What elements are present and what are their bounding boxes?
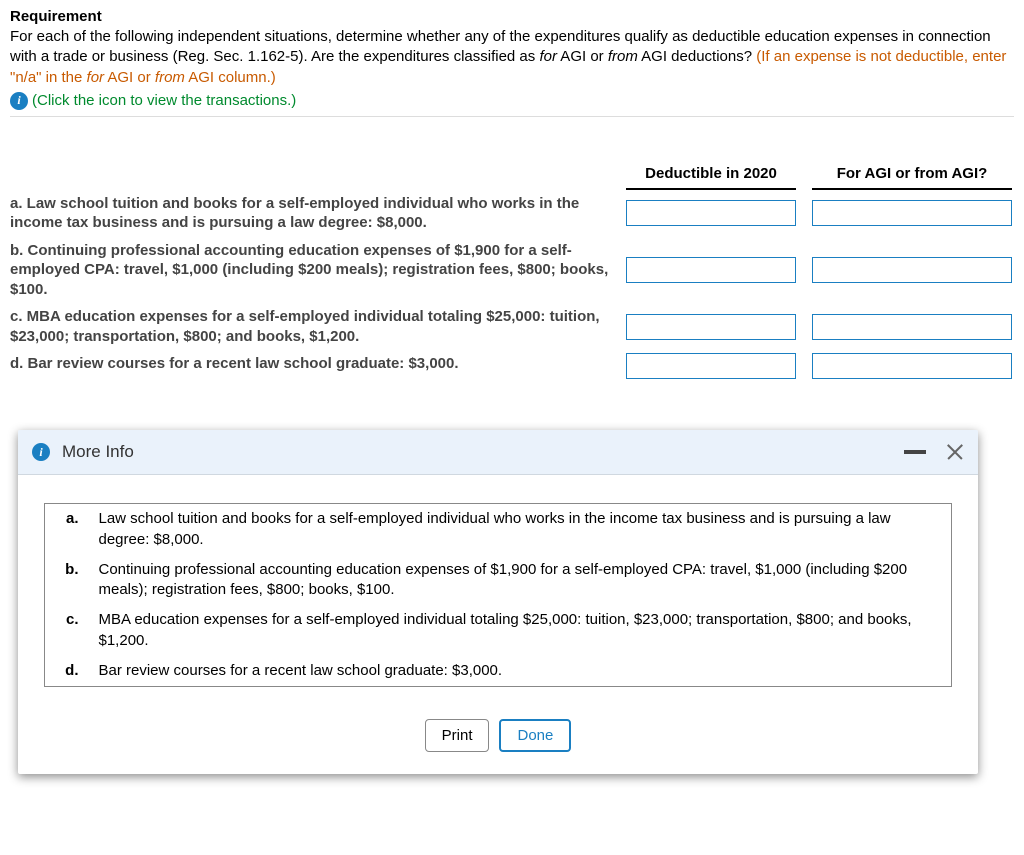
table-row: a. Law school tuition and books for a se…	[45, 504, 952, 555]
req-italic-1: for	[539, 48, 557, 65]
row-text-d: Bar review courses for a recent law scho…	[89, 656, 952, 687]
row-label-d: d.	[45, 656, 89, 687]
input-c-agi[interactable]	[812, 314, 1012, 340]
question-d: d. Bar review courses for a recent law s…	[10, 350, 610, 382]
req-italic-2: from	[608, 48, 638, 65]
requirement-header: Requirement For each of the following in…	[10, 8, 1014, 117]
question-b: b. Continuing professional accounting ed…	[10, 237, 610, 304]
grid-spacer	[10, 165, 610, 190]
modal-title: More Info	[62, 442, 134, 462]
req-warn-italic-1: for	[87, 69, 105, 86]
col-header-agi: For AGI or from AGI?	[812, 165, 1012, 190]
req-warn-2: AGI column.)	[185, 69, 276, 86]
input-c-deductible[interactable]	[626, 314, 796, 340]
close-icon[interactable]	[946, 443, 964, 461]
row-text-b: Continuing professional accounting educa…	[89, 555, 952, 606]
table-row: d. Bar review courses for a recent law s…	[45, 656, 952, 687]
modal-body: a. Law school tuition and books for a se…	[18, 475, 978, 705]
req-text-2: AGI deductions?	[638, 48, 756, 65]
more-info-table: a. Law school tuition and books for a se…	[44, 503, 952, 687]
row-text-c: MBA education expenses for a self-employ…	[89, 605, 952, 656]
row-label-c: c.	[45, 605, 89, 656]
row-label-a: a.	[45, 504, 89, 555]
input-d-agi[interactable]	[812, 353, 1012, 379]
table-row: c. MBA education expenses for a self-emp…	[45, 605, 952, 656]
question-a: a. Law school tuition and books for a se…	[10, 190, 610, 237]
info-icon[interactable]: i	[10, 92, 28, 110]
modal-footer: Print Done	[18, 705, 978, 774]
input-a-agi[interactable]	[812, 200, 1012, 226]
print-button[interactable]: Print	[425, 719, 490, 752]
question-c: c. MBA education expenses for a self-emp…	[10, 303, 610, 350]
requirement-body: For each of the following independent si…	[10, 27, 1014, 88]
input-b-deductible[interactable]	[626, 257, 796, 283]
col-header-deductible: Deductible in 2020	[626, 165, 796, 190]
info-icon: i	[32, 443, 50, 461]
req-warn-italic-2: from	[155, 69, 185, 86]
done-button[interactable]: Done	[499, 719, 571, 752]
input-d-deductible[interactable]	[626, 353, 796, 379]
transactions-link-row: i (Click the icon to view the transactio…	[10, 92, 1014, 117]
req-mid-1: AGI or	[557, 48, 608, 65]
input-a-deductible[interactable]	[626, 200, 796, 226]
transactions-link[interactable]: (Click the icon to view the transactions…	[32, 92, 296, 109]
question-grid: Deductible in 2020 For AGI or from AGI? …	[10, 165, 1014, 383]
requirement-title: Requirement	[10, 8, 1014, 25]
row-label-b: b.	[45, 555, 89, 606]
table-row: b. Continuing professional accounting ed…	[45, 555, 952, 606]
more-info-modal: i More Info a. Law school tuition and bo…	[18, 430, 978, 774]
minimize-icon[interactable]	[904, 450, 926, 454]
modal-header: i More Info	[18, 430, 978, 475]
input-b-agi[interactable]	[812, 257, 1012, 283]
row-text-a: Law school tuition and books for a self-…	[89, 504, 952, 555]
req-warn-mid: AGI or	[104, 69, 155, 86]
